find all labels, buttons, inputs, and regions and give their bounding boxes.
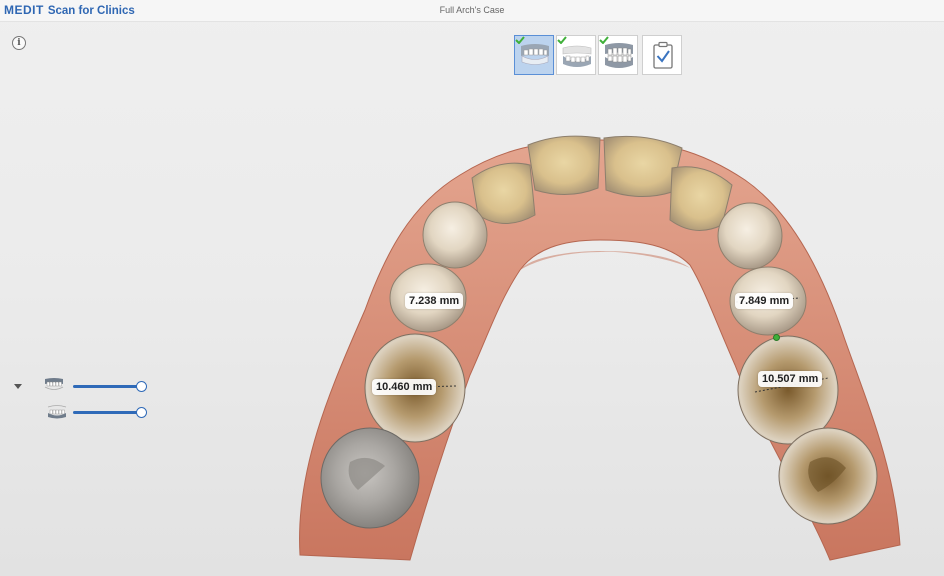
maxilla-opacity-handle[interactable] bbox=[136, 381, 147, 392]
collapse-arrow-icon[interactable] bbox=[14, 384, 22, 389]
maxilla-visibility-icon bbox=[44, 378, 64, 390]
measurement-label[interactable]: 7.849 mm bbox=[735, 293, 794, 309]
measurement-label[interactable]: 7.238 mm bbox=[405, 293, 464, 309]
palate-shadow bbox=[520, 250, 690, 270]
mandible-opacity-handle[interactable] bbox=[136, 407, 147, 418]
maxilla-opacity-slider[interactable] bbox=[73, 385, 141, 388]
molar-teeth bbox=[320, 333, 878, 529]
mandible-opacity-slider[interactable] bbox=[73, 411, 141, 414]
measurement-label[interactable]: 10.460 mm bbox=[372, 379, 437, 395]
dental-arch-3d-view[interactable] bbox=[0, 0, 944, 576]
measurement-label[interactable]: 10.507 mm bbox=[758, 371, 823, 387]
mandible-visibility-icon bbox=[47, 405, 67, 419]
measurement-point-handle[interactable] bbox=[773, 334, 780, 341]
